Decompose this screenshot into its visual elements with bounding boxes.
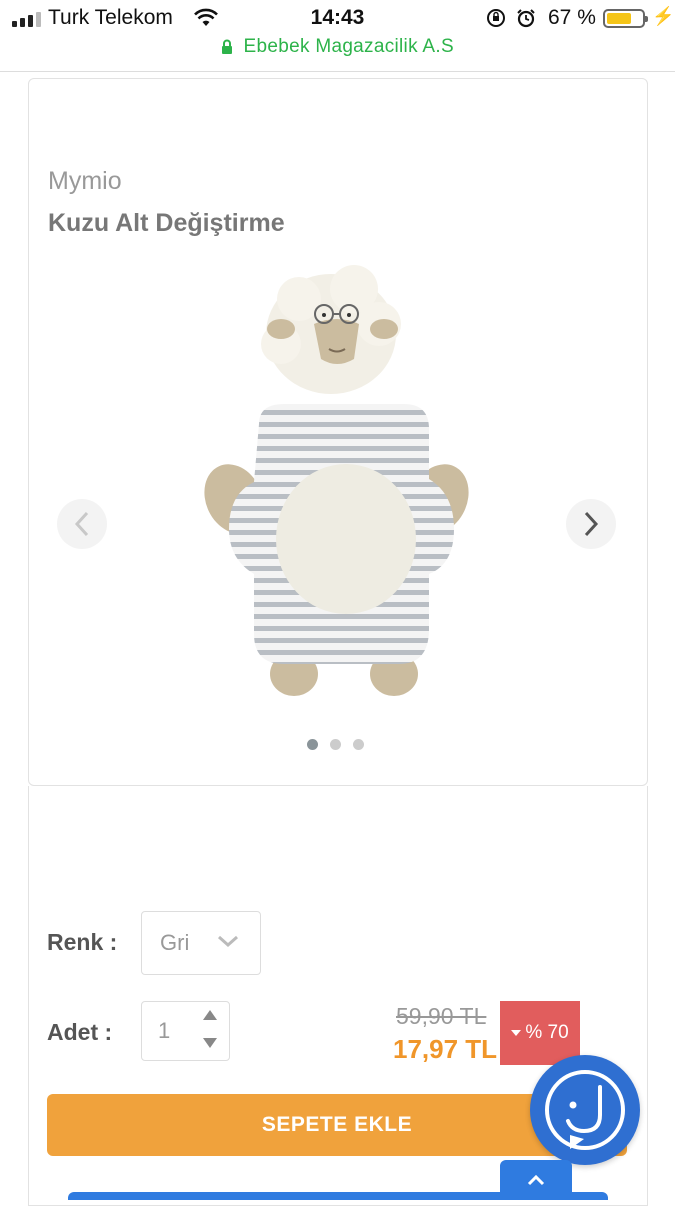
site-name: Ebebek Magazacilik A.S: [243, 36, 454, 57]
chevron-right-icon: [584, 511, 599, 537]
pagination-dot[interactable]: [353, 739, 364, 750]
battery-percent: 67 %: [548, 6, 596, 29]
image-pagination: [307, 739, 364, 750]
quantity-stepper[interactable]: 1: [141, 1001, 230, 1061]
url-bar[interactable]: Ebebek Magazacilik A.S: [0, 36, 675, 72]
chat-smile-icon: [545, 1070, 625, 1150]
original-price: 59,90 TL: [396, 1003, 487, 1029]
pagination-dot[interactable]: [307, 739, 318, 750]
rotation-lock-icon: [487, 9, 505, 27]
pagination-dot[interactable]: [330, 739, 341, 750]
previous-image-button[interactable]: [57, 499, 107, 549]
product-card: Mymio Kuzu Alt Değiştirme: [28, 78, 648, 786]
decrement-arrow-icon[interactable]: [202, 1036, 218, 1050]
status-bar: Turk Telekom 14:43 67 % ⚡: [0, 0, 675, 36]
product-title: Kuzu Alt Değiştirme: [48, 209, 285, 237]
down-triangle-icon: [511, 1030, 522, 1036]
discount-value: % 70: [525, 1022, 569, 1043]
increment-arrow-icon[interactable]: [202, 1008, 218, 1022]
chat-button[interactable]: [530, 1055, 640, 1165]
sale-price: 17,97 TL: [393, 1034, 498, 1064]
chevron-left-icon: [74, 511, 89, 537]
product-image[interactable]: [109, 254, 579, 724]
battery-icon: [603, 9, 648, 28]
alarm-icon: [517, 9, 535, 28]
color-select-value: Gri: [160, 930, 190, 955]
discount-badge: % 70: [500, 1001, 580, 1065]
chevron-down-icon: [218, 935, 238, 948]
next-image-button[interactable]: [566, 499, 616, 549]
bottom-toolbar: [68, 1192, 608, 1200]
quantity-label: Adet :: [47, 1019, 113, 1045]
color-select[interactable]: Gri: [141, 911, 261, 975]
quantity-value[interactable]: 1: [158, 1018, 170, 1044]
lock-icon: [222, 39, 233, 54]
product-brand[interactable]: Mymio: [48, 167, 122, 196]
color-label: Renk :: [47, 929, 118, 955]
chevron-up-icon: [527, 1174, 545, 1186]
charging-icon: ⚡: [652, 6, 675, 26]
